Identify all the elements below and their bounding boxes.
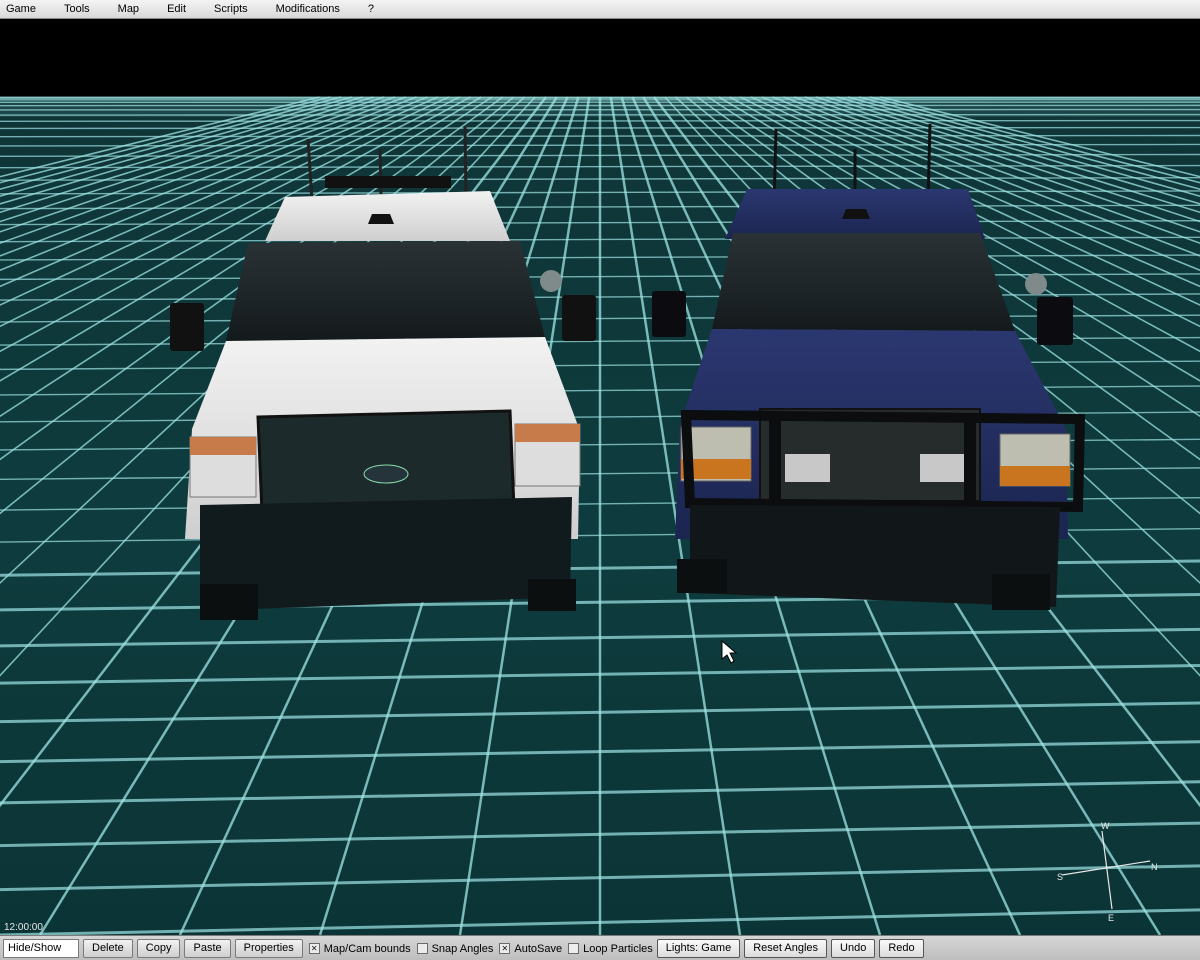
properties-button[interactable]: Properties bbox=[234, 939, 303, 958]
menu-tools[interactable]: Tools bbox=[58, 3, 98, 15]
checkbox-checked-icon[interactable] bbox=[499, 943, 511, 954]
editor-window: Game Tools Map Edit Scripts Modification… bbox=[0, 0, 1200, 960]
delete-button[interactable]: Delete bbox=[83, 939, 133, 958]
bottom-toolbar: Hide/Show Delete Copy Paste Properties M… bbox=[0, 935, 1200, 960]
paste-button[interactable]: Paste bbox=[184, 939, 231, 958]
compass-n: N bbox=[1151, 862, 1158, 872]
loop-particles-label: Loop Particles bbox=[583, 942, 653, 955]
snap-angles-label: Snap Angles bbox=[431, 942, 494, 955]
3d-viewport[interactable]: W N S E bbox=[0, 19, 1200, 935]
undo-button[interactable]: Undo bbox=[831, 939, 876, 958]
reset-angles-button[interactable]: Reset Angles bbox=[744, 939, 828, 958]
grid-line bbox=[0, 113, 1200, 116]
grid-line bbox=[0, 119, 1200, 122]
copy-button[interactable]: Copy bbox=[136, 939, 181, 958]
game-clock: 12:00:00 bbox=[4, 922, 43, 933]
map-cam-bounds-checkbox[interactable]: Map/Cam bounds bbox=[308, 942, 411, 955]
snap-angles-checkbox[interactable]: Snap Angles bbox=[416, 942, 494, 955]
menu-help[interactable]: ? bbox=[362, 3, 382, 15]
loop-particles-checkbox[interactable]: Loop Particles bbox=[568, 943, 653, 955]
autosave-label: AutoSave bbox=[514, 942, 563, 955]
menu-modifications[interactable]: Modifications bbox=[270, 3, 348, 15]
menu-bar: Game Tools Map Edit Scripts Modification… bbox=[0, 0, 1200, 19]
scene-render: W N S E bbox=[0, 19, 1200, 935]
compass-e: E bbox=[1108, 913, 1114, 923]
checkbox-unchecked-icon[interactable] bbox=[416, 943, 428, 954]
redo-button[interactable]: Redo bbox=[879, 939, 924, 958]
checkbox-checked-icon[interactable] bbox=[308, 943, 320, 954]
menu-edit[interactable]: Edit bbox=[161, 3, 194, 15]
compass-s: S bbox=[1057, 872, 1063, 882]
autosave-checkbox[interactable]: AutoSave bbox=[499, 943, 562, 955]
sky bbox=[0, 19, 1200, 97]
map-cam-bounds-label: Map/Cam bounds bbox=[323, 942, 411, 955]
compass-w: W bbox=[1101, 821, 1110, 831]
menu-map[interactable]: Map bbox=[112, 3, 147, 15]
menu-scripts[interactable]: Scripts bbox=[208, 3, 256, 15]
grid-line bbox=[0, 126, 1200, 130]
checkbox-unchecked-icon[interactable] bbox=[568, 943, 580, 954]
hide-show-field[interactable]: Hide/Show bbox=[3, 939, 79, 958]
lights-button[interactable]: Lights: Game bbox=[656, 939, 741, 958]
menu-game[interactable]: Game bbox=[0, 3, 44, 15]
